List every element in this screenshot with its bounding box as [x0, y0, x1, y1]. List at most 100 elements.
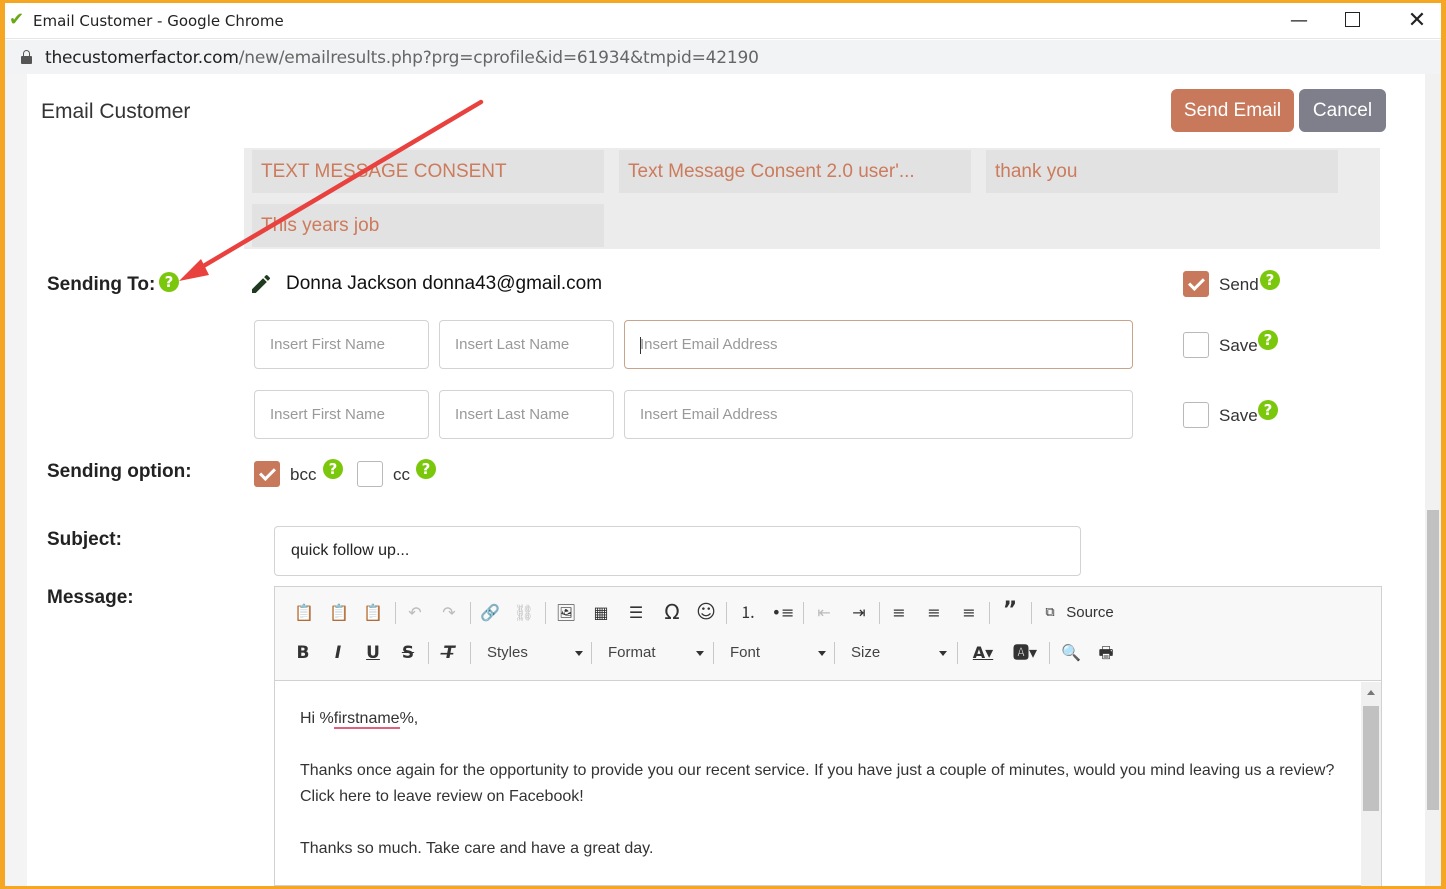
editor-toolbar: 📋 📋 📋 ↶ ↷ 🔗 ⛓ 🖼 ▦ ☰ Ω ☺ ⒈ •≡ ⇤ ⇥ ≡ ≡ ≡ ”…	[275, 587, 1381, 681]
special-character-icon[interactable]: Ω	[660, 600, 684, 624]
scroll-up-icon[interactable]	[1367, 690, 1375, 695]
spellcheck-word: firstname	[333, 710, 400, 729]
help-icon[interactable]: ?	[1258, 400, 1278, 420]
decrease-indent-icon[interactable]: ⇤	[812, 601, 836, 625]
message-paragraph: Thanks so much. Take care and have a gre…	[300, 840, 654, 857]
scroll-thumb[interactable]	[1363, 706, 1379, 811]
styles-dropdown[interactable]: Styles	[487, 641, 583, 665]
toolbar-separator	[726, 602, 727, 624]
url-text[interactable]: thecustomerfactor.com/new/emailresults.p…	[45, 48, 759, 68]
cc-checkbox[interactable]	[357, 461, 383, 487]
font-dropdown[interactable]: Font	[730, 641, 826, 665]
help-icon[interactable]: ?	[1260, 270, 1280, 290]
email-customer-panel: Email Customer Send Email Cancel TEXT ME…	[27, 74, 1425, 886]
help-icon[interactable]: ?	[159, 272, 179, 292]
blockquote-icon[interactable]: ”	[998, 599, 1022, 623]
paste-text-icon[interactable]: 📋	[328, 601, 350, 625]
emoji-icon[interactable]: ☺	[694, 600, 718, 624]
save-checkbox[interactable]	[1183, 402, 1209, 428]
link-icon[interactable]: 🔗	[478, 601, 502, 625]
maximize-button[interactable]	[1345, 12, 1360, 27]
pencil-icon[interactable]	[249, 272, 273, 296]
source-icon[interactable]: ⧉	[1041, 601, 1059, 625]
unlink-icon[interactable]: ⛓	[512, 601, 536, 625]
page-title: Email Customer	[41, 100, 191, 123]
toolbar-separator	[803, 602, 804, 624]
text-color-icon[interactable]: A▾	[968, 641, 998, 665]
email-address-input[interactable]: Insert Email Address	[624, 320, 1133, 369]
redo-icon[interactable]: ↷	[437, 601, 461, 625]
undo-icon[interactable]: ↶	[403, 601, 427, 625]
template-item[interactable]: Text Message Consent 2.0 user'...	[619, 150, 971, 193]
message-body[interactable]: Hi %firstname%, Thanks once again for th…	[275, 682, 1361, 886]
align-left-icon[interactable]: ≡	[887, 601, 911, 625]
first-name-input[interactable]: Insert First Name	[254, 390, 429, 439]
template-item[interactable]: TEXT MESSAGE CONSENT	[252, 150, 604, 193]
bcc-checkbox[interactable]	[254, 461, 280, 487]
toolbar-separator	[879, 602, 880, 624]
horizontal-line-icon[interactable]: ☰	[624, 601, 648, 625]
send-checkbox[interactable]	[1183, 271, 1209, 297]
last-name-input[interactable]: Insert Last Name	[439, 390, 614, 439]
help-icon[interactable]: ?	[1258, 330, 1278, 350]
minimize-button[interactable]: —	[1285, 8, 1313, 34]
paste-word-icon[interactable]: 📋	[362, 601, 384, 625]
align-center-icon[interactable]: ≡	[922, 601, 946, 625]
size-dropdown[interactable]: Size	[851, 641, 947, 665]
help-icon[interactable]: ?	[323, 459, 343, 479]
bulleted-list-icon[interactable]: •≡	[771, 601, 795, 625]
numbered-list-icon[interactable]: ⒈	[736, 601, 760, 625]
page-scrollbar[interactable]	[1425, 74, 1441, 886]
subject-input[interactable]: quick follow up...	[274, 526, 1081, 576]
toolbar-separator	[470, 602, 471, 624]
send-label: Send	[1219, 275, 1259, 294]
email-address-input[interactable]: Insert Email Address	[624, 390, 1133, 439]
template-list: TEXT MESSAGE CONSENT Text Message Consen…	[244, 148, 1380, 249]
table-icon[interactable]: ▦	[589, 601, 613, 625]
toolbar-separator	[428, 642, 429, 664]
app-logo-icon: ✔	[9, 9, 25, 30]
address-bar[interactable]: thecustomerfactor.com/new/emailresults.p…	[5, 40, 1441, 74]
toolbar-separator	[834, 642, 835, 664]
cc-label: cc	[393, 465, 410, 484]
remove-format-icon[interactable]: T̶	[438, 641, 460, 665]
message-editor[interactable]: 📋 📋 📋 ↶ ↷ 🔗 ⛓ 🖼 ▦ ☰ Ω ☺ ⒈ •≡ ⇤ ⇥ ≡ ≡ ≡ ”…	[274, 586, 1382, 886]
source-button[interactable]: Source	[1065, 601, 1115, 625]
strikethrough-icon[interactable]: S	[398, 641, 418, 665]
help-icon[interactable]: ?	[416, 459, 436, 479]
image-icon[interactable]: 🖼	[554, 601, 578, 625]
toolbar-separator	[713, 642, 714, 664]
scroll-thumb[interactable]	[1427, 510, 1439, 810]
first-name-input[interactable]: Insert First Name	[254, 320, 429, 369]
save-label: Save	[1219, 406, 1258, 425]
browser-window: ✔ Email Customer - Google Chrome — ✕ the…	[5, 3, 1441, 886]
sending-to-label: Sending To:	[47, 274, 156, 295]
recipient-text: Donna Jackson donna43@gmail.com	[286, 273, 603, 294]
editor-scrollbar[interactable]	[1361, 682, 1381, 886]
italic-icon[interactable]: I	[328, 641, 348, 665]
save-label: Save	[1219, 336, 1258, 355]
lock-icon[interactable]	[21, 50, 32, 64]
increase-indent-icon[interactable]: ⇥	[847, 601, 871, 625]
background-color-icon[interactable]: 🅰▾	[1010, 641, 1040, 665]
toolbar-separator	[1049, 642, 1050, 664]
close-window-button[interactable]: ✕	[1403, 8, 1431, 34]
print-icon[interactable]: 🖶	[1095, 641, 1117, 665]
align-right-icon[interactable]: ≡	[957, 601, 981, 625]
format-dropdown[interactable]: Format	[608, 641, 704, 665]
last-name-input[interactable]: Insert Last Name	[439, 320, 614, 369]
toolbar-separator	[591, 642, 592, 664]
save-checkbox[interactable]	[1183, 332, 1209, 358]
window-title: Email Customer - Google Chrome	[33, 12, 284, 30]
template-item[interactable]: This years job	[252, 204, 604, 247]
send-email-button[interactable]: Send Email	[1171, 89, 1294, 132]
template-item[interactable]: thank you	[986, 150, 1338, 193]
sending-option-label: Sending option:	[47, 461, 192, 482]
bold-icon[interactable]: B	[293, 641, 313, 665]
subject-label: Subject:	[47, 529, 122, 550]
title-bar: ✔ Email Customer - Google Chrome — ✕	[5, 3, 1441, 39]
cancel-button[interactable]: Cancel	[1299, 89, 1386, 132]
preview-icon[interactable]: 🔍	[1060, 641, 1082, 665]
paste-icon[interactable]: 📋	[293, 601, 315, 625]
underline-icon[interactable]: U	[363, 641, 383, 665]
